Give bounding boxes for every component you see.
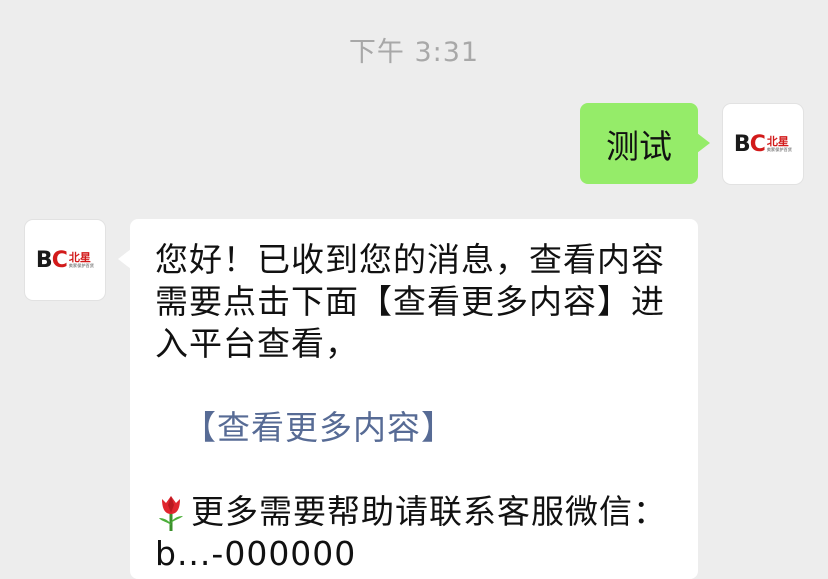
self-avatar[interactable]: BC 北星 卖家保护百货 <box>723 104 803 184</box>
self-message-bubble[interactable]: 测试 <box>580 103 710 184</box>
brand-logo-icon: BC 北星 卖家保护百货 <box>35 247 95 273</box>
brand-logo-icon: BC 北星 卖家保护百货 <box>733 131 793 157</box>
tulip-icon <box>155 491 187 533</box>
contact-avatar[interactable]: BC 北星 卖家保护百货 <box>25 220 105 300</box>
self-message-text: 测试 <box>606 126 672 166</box>
reply-message-bubble[interactable]: 您好！已收到您的消息，查看内容需要点击下面【查看更多内容】进入平台查看， 【查看… <box>118 219 698 579</box>
view-more-link[interactable]: 【查看更多内容】 <box>155 407 674 449</box>
contact-text: 更多需要帮助请联系客服微信： <box>191 492 667 531</box>
wechat-id-text[interactable]: b...-000000 <box>155 533 674 575</box>
chat-timestamp: 下午 3:31 <box>348 37 480 68</box>
contact-line: 更多需要帮助请联系客服微信： <box>155 491 674 533</box>
reply-message-text: 您好！已收到您的消息，查看内容需要点击下面【查看更多内容】进入平台查看， <box>155 240 665 363</box>
